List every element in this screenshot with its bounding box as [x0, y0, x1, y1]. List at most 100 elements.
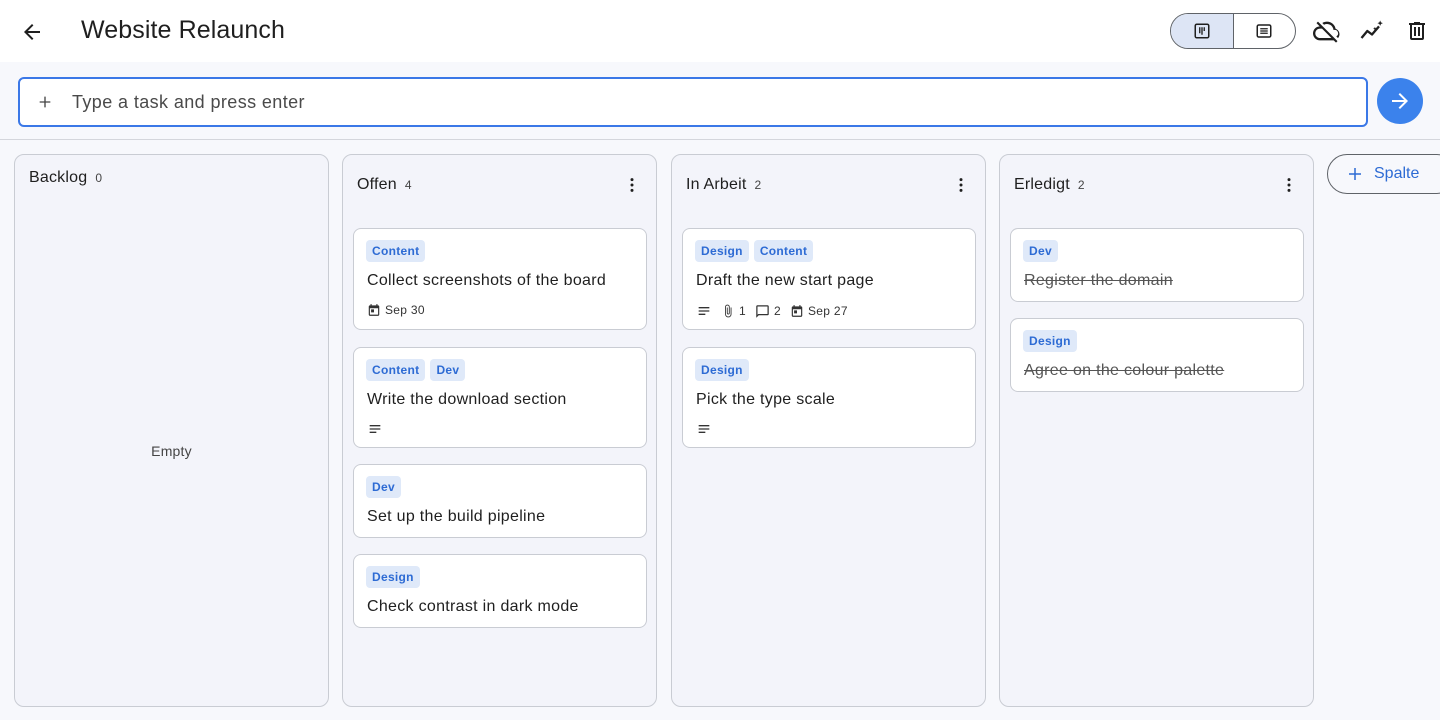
- column-count: 4: [404, 178, 412, 192]
- column-offen: Offen 4 Content Collect screenshots of t…: [342, 154, 657, 707]
- insights-icon: [1360, 20, 1383, 39]
- view-toggle: [1170, 13, 1296, 49]
- add-column-label: Spalte: [1374, 165, 1420, 182]
- attachment-count-label: 1: [739, 304, 746, 318]
- back-button[interactable]: [12, 12, 52, 52]
- column-title: In Arbeit: [686, 176, 747, 193]
- tag: Design: [695, 359, 749, 381]
- calendar-icon: [791, 305, 803, 317]
- column-header: Offen 4: [357, 155, 412, 215]
- arrow-right-icon: [1392, 93, 1408, 109]
- card-meta: [696, 421, 712, 437]
- description-icon: [698, 425, 710, 433]
- task-card[interactable]: Design Pick the type scale: [682, 347, 976, 448]
- task-card[interactable]: Content Dev Write the download section: [353, 347, 647, 448]
- delete-button[interactable]: [1399, 12, 1435, 50]
- description-icon: [369, 425, 381, 433]
- column-backlog: Backlog 0 Empty: [14, 154, 329, 707]
- column-menu-button[interactable]: [947, 173, 975, 197]
- tag-list: Content: [366, 240, 426, 262]
- card-title: Set up the build pipeline: [367, 508, 546, 525]
- comment-count: 2: [755, 304, 781, 319]
- tag: Dev: [1023, 240, 1058, 262]
- cloud-off-icon: [1313, 21, 1340, 43]
- attachment-count: 1: [721, 304, 746, 318]
- trash-icon: [1409, 22, 1425, 40]
- column-title: Erledigt: [1014, 176, 1070, 193]
- column-title: Backlog: [29, 169, 88, 186]
- tag-list: Design: [695, 359, 749, 381]
- comment-count-label: 2: [773, 304, 781, 318]
- due-date: Sep 30: [367, 303, 425, 317]
- tag: Dev: [430, 359, 466, 381]
- sync-button[interactable]: [1309, 12, 1345, 50]
- plus-icon: [34, 91, 56, 113]
- card-meta: Sep 30: [367, 303, 425, 317]
- card-title: Register the domain: [1024, 272, 1173, 289]
- task-card[interactable]: Design Agree on the colour palette: [1010, 318, 1304, 392]
- tag: Design: [1023, 330, 1077, 352]
- plus-icon: [1349, 168, 1361, 180]
- column-header: Erledigt 2: [1014, 155, 1085, 215]
- tag: Content: [366, 240, 426, 262]
- empty-state-label: Empty: [151, 443, 192, 459]
- column-count: 2: [754, 178, 762, 192]
- column-erledigt: Erledigt 2 Dev Register the domain Desig…: [999, 154, 1314, 707]
- card-meta: 1 2 Sep 27: [696, 303, 848, 319]
- tag: Dev: [366, 476, 401, 498]
- task-card[interactable]: Design Content Draft the new start page …: [682, 228, 976, 330]
- more-vert-icon: [630, 178, 634, 192]
- task-card[interactable]: Dev Register the domain: [1010, 228, 1304, 302]
- paperclip-icon: [725, 304, 732, 318]
- page-title: Website Relaunch: [81, 16, 286, 44]
- column-menu-button[interactable]: [1275, 173, 1303, 197]
- due-date-label: Sep 30: [385, 303, 425, 317]
- tag-list: Content Dev: [366, 359, 466, 381]
- card-title: Draft the new start page: [696, 272, 874, 289]
- task-input-bar: [0, 62, 1440, 140]
- list-view-icon: [1256, 24, 1272, 38]
- task-card[interactable]: Content Collect screenshots of the board…: [353, 228, 647, 330]
- card-title: Agree on the colour palette: [1024, 362, 1225, 379]
- board-view-icon: [1194, 23, 1210, 39]
- card-meta: [367, 421, 383, 437]
- due-date-label: Sep 27: [807, 304, 848, 318]
- comment-icon: [756, 304, 769, 318]
- column-menu-button[interactable]: [618, 173, 646, 197]
- insights-button[interactable]: [1354, 12, 1390, 50]
- top-bar: Website Relaunch: [0, 0, 1440, 62]
- column-count: 0: [95, 171, 103, 185]
- task-card[interactable]: Design Check contrast in dark mode: [353, 554, 647, 628]
- submit-task-button[interactable]: [1377, 78, 1423, 124]
- task-input[interactable]: [72, 89, 1352, 115]
- column-header: In Arbeit 2: [686, 155, 761, 215]
- tag: Design: [695, 240, 749, 262]
- tag: Content: [753, 240, 814, 262]
- tag: Content: [366, 359, 426, 381]
- column-title: Offen: [357, 176, 397, 193]
- tag-list: Design Content: [695, 240, 814, 262]
- more-vert-icon: [1287, 178, 1291, 192]
- column-in-arbeit: In Arbeit 2 Design Content Draft the new…: [671, 154, 986, 707]
- description-icon: [698, 307, 710, 315]
- tag-list: Design: [366, 566, 420, 588]
- more-vert-icon: [959, 178, 963, 192]
- task-input-field: [18, 77, 1368, 127]
- card-title: Check contrast in dark mode: [367, 598, 579, 615]
- tag-list: Dev: [1023, 240, 1058, 262]
- task-card[interactable]: Dev Set up the build pipeline: [353, 464, 647, 538]
- tag-list: Dev: [366, 476, 401, 498]
- arrow-left-icon: [24, 24, 40, 40]
- tag: Design: [366, 566, 420, 588]
- column-header: Backlog 0: [29, 155, 102, 201]
- add-column-button[interactable]: Spalte: [1327, 154, 1440, 194]
- card-title: Pick the type scale: [696, 391, 836, 408]
- card-title: Write the download section: [367, 391, 567, 408]
- tag-list: Design: [1023, 330, 1077, 352]
- due-date: Sep 27: [790, 304, 848, 318]
- board-view-button[interactable]: [1171, 14, 1233, 48]
- calendar-icon: [368, 304, 380, 316]
- list-view-button[interactable]: [1232, 14, 1296, 48]
- card-title: Collect screenshots of the board: [367, 272, 607, 289]
- column-count: 2: [1077, 178, 1085, 192]
